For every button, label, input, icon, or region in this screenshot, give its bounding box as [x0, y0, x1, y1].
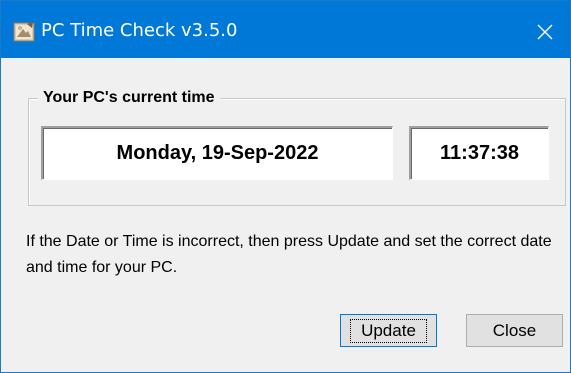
app-icon	[13, 21, 35, 43]
group-legend: Your PC's current time	[38, 88, 220, 108]
title-bar[interactable]: PC Time Check v3.5.0	[1, 1, 570, 58]
update-button-label: Update	[350, 318, 427, 343]
close-button[interactable]: Close	[466, 314, 563, 347]
info-message: If the Date or Time is incorrect, then p…	[26, 233, 552, 276]
date-display: Monday, 19-Sep-2022	[41, 126, 393, 180]
dialog-body: Your PC's current time Monday, 19-Sep-20…	[1, 58, 570, 372]
dialog-window: PC Time Check v3.5.0 Your PC's current t…	[0, 0, 571, 373]
close-icon[interactable]	[528, 15, 562, 49]
update-button[interactable]: Update	[340, 314, 437, 347]
time-display: 11:37:38	[409, 126, 549, 180]
window-title: PC Time Check v3.5.0	[41, 20, 238, 41]
